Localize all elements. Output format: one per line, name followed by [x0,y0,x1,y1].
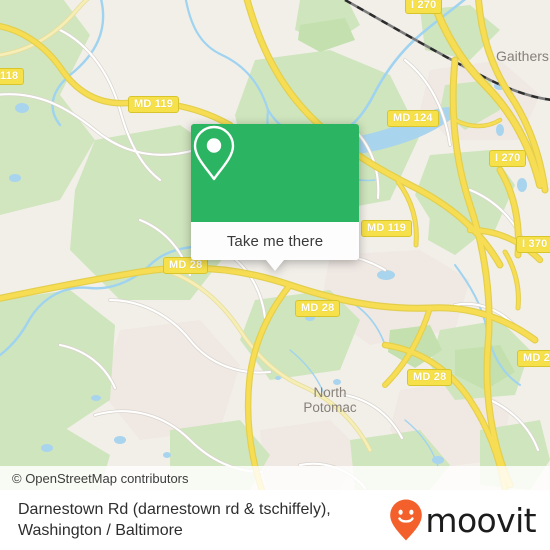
road-shield: MD 28 [407,369,453,386]
road-shield: MD 28 [295,300,341,317]
road-shield: I 270 [489,150,527,167]
take-me-there-button[interactable]: Take me there [191,222,359,260]
road-shield: MD 124 [387,110,439,127]
popup-tail [266,260,284,271]
attribution-text: © OpenStreetMap contributors [12,470,189,486]
road-shield: MD 119 [128,96,180,113]
place-label-gaithersburg: Gaithers [496,48,549,64]
map-pin-icon [193,125,235,181]
road-shield: MD 119 [361,220,413,237]
map-canvas[interactable]: 118 I 270 MD 119 MD 124 I 270 MD 119 I 3… [0,0,550,490]
moovit-logo[interactable]: moovit [389,498,537,542]
moovit-pin-icon [390,499,423,541]
place-label-north-potomac: North Potomac [303,385,357,415]
popup-header [191,124,359,222]
take-me-there-label: Take me there [226,232,324,250]
map-attribution[interactable]: © OpenStreetMap contributors [0,466,550,490]
location-title: Darnestown Rd (darnestown rd & tschiffel… [18,501,331,539]
road-shield: I 370 [516,236,550,253]
moovit-wordmark: moovit [425,500,536,540]
take-me-there-popup[interactable]: Take me there [191,124,359,271]
road-shield: MD 28 [517,350,550,367]
footer-bar: Darnestown Rd (darnestown rd & tschiffel… [0,490,550,550]
road-shield: I 270 [405,0,443,14]
road-shield: 118 [0,68,25,85]
map-screenshot: 118 I 270 MD 119 MD 124 I 270 MD 119 I 3… [0,0,550,550]
